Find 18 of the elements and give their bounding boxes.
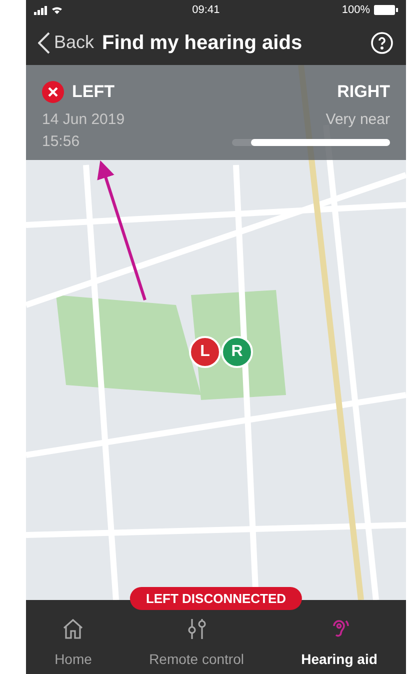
- last-seen-date: 14 Jun 2019: [42, 110, 125, 130]
- disconnected-icon: [42, 80, 64, 103]
- last-seen-time: 15:56: [42, 132, 81, 152]
- help-icon[interactable]: [370, 30, 394, 54]
- distance-label: Very near: [326, 110, 390, 130]
- device-side: RIGHT: [337, 81, 390, 103]
- home-icon: [61, 616, 86, 640]
- tab[interactable]: Hearing aid: [301, 616, 378, 670]
- page-title: Find my hearing aids: [102, 30, 302, 56]
- chevron-left-icon: [38, 32, 50, 54]
- back-button[interactable]: Back: [38, 29, 94, 56]
- status-time: 09:41: [192, 2, 220, 18]
- alert-badge: LEFT DISCONNECTED: [130, 586, 302, 610]
- battery-percent: 100%: [342, 2, 370, 18]
- tab[interactable]: Home: [54, 616, 92, 670]
- device-side: LEFT: [72, 81, 114, 103]
- tab[interactable]: Remote control: [149, 616, 244, 670]
- battery-icon: [374, 5, 398, 15]
